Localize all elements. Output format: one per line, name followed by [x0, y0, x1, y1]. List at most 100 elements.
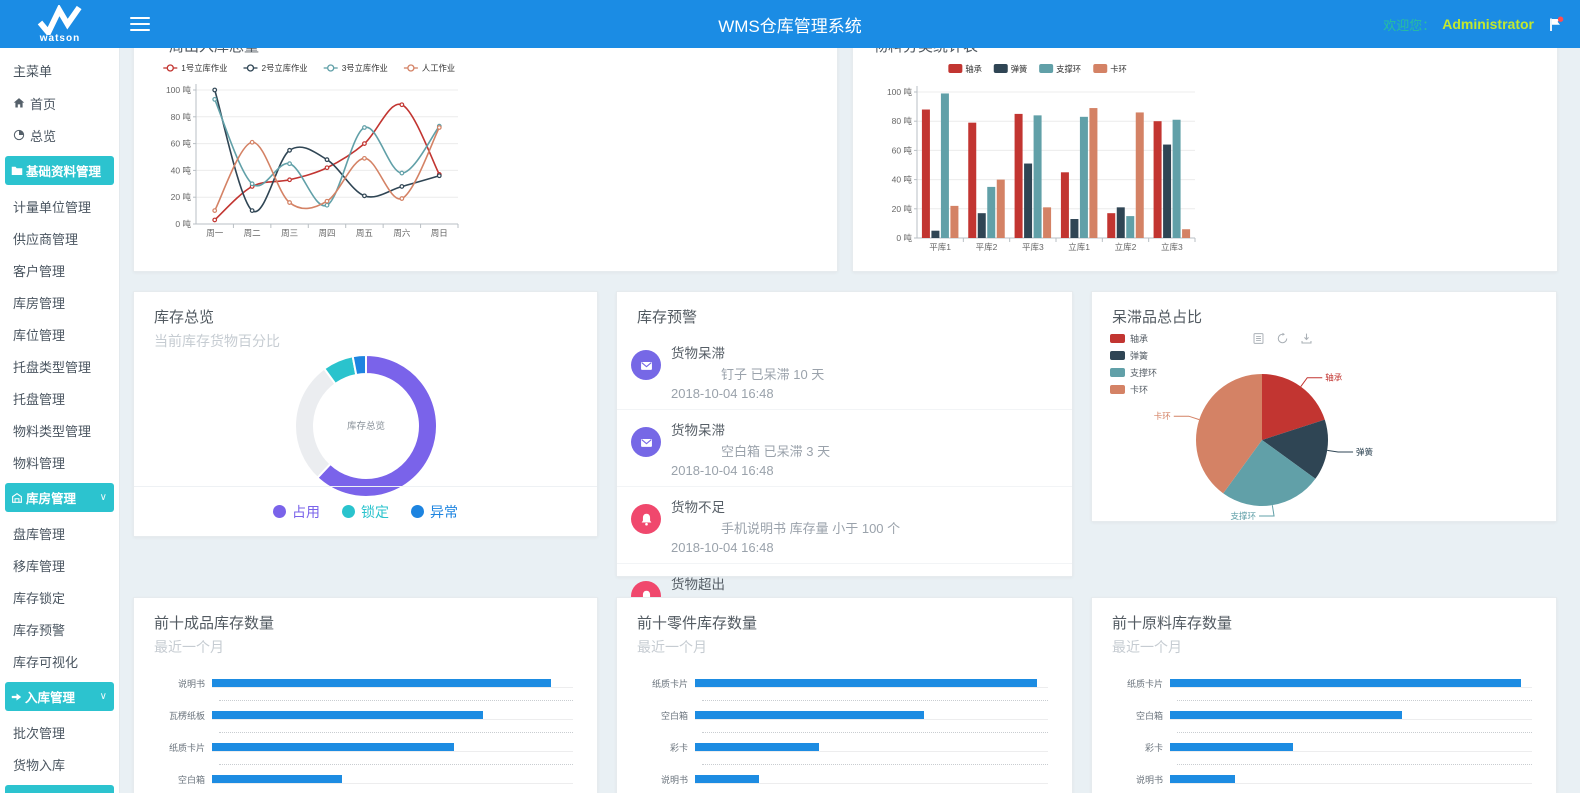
sidebar-item[interactable]: 入库管理∨ — [5, 682, 114, 711]
top-header: watson WMS仓库管理系统 欢迎您： Administrator — [0, 0, 1580, 48]
card-title: 呆滞品总占比 — [1092, 292, 1556, 327]
sidebar-item[interactable]: 盘库管理 — [0, 517, 119, 549]
card-title: 前十成品库存数量 — [134, 598, 597, 633]
hbar-track — [212, 711, 573, 720]
svg-text:平库2: 平库2 — [976, 242, 998, 252]
hbar-track — [212, 775, 573, 784]
sidebar-item[interactable]: 库存可视化 — [0, 645, 119, 677]
hamburger-menu-icon[interactable] — [130, 13, 150, 34]
hbar-row: 纸质卡片 — [152, 739, 573, 755]
donut-legend-item[interactable]: 锁定 — [342, 502, 389, 522]
sidebar-item[interactable]: 首页 — [0, 87, 119, 119]
hbar-track — [212, 679, 573, 688]
card-title: 库存总览 — [134, 292, 597, 327]
svg-text:弹簧: 弹簧 — [1356, 447, 1374, 457]
hbar-grid-line — [219, 700, 573, 701]
sidebar-item[interactable]: 库房管理 — [0, 286, 119, 318]
sidebar-item[interactable]: 客户管理 — [0, 254, 119, 286]
svg-text:库存总览: 库存总览 — [346, 420, 384, 432]
pie-legend-item[interactable]: 轴承 — [1110, 332, 1157, 345]
card-inventory-alerts: 库存预警 货物呆滞钉子 已呆滞 10 天2018-10-04 16:48货物呆滞… — [616, 291, 1073, 577]
sidebar-item[interactable]: 出库管理∨ — [5, 785, 114, 793]
card-stagnant-share: 呆滞品总占比 轴承弹簧支撑环卡环 轴承弹簧支撑环卡环 — [1091, 291, 1557, 522]
welcome-label: 欢迎您： — [1383, 15, 1435, 34]
svg-text:40 吨: 40 吨 — [892, 175, 913, 185]
card-weekly-io: 一周出入库总量 1号立库作业2号立库作业3号立库作业人工作业0 吨20 吨40 … — [133, 20, 838, 272]
hbar-category-label: 纸质卡片 — [152, 741, 212, 754]
card-inventory-overview: 库存总览 当前库存货物百分比 库存总览 占用锁定异常 — [133, 291, 598, 537]
hbar-track — [1170, 711, 1532, 720]
sidebar-item[interactable]: 计量单位管理 — [0, 190, 119, 222]
sidebar-item[interactable]: 物料类型管理 — [0, 414, 119, 446]
alert-item[interactable]: 货物呆滞钉子 已呆滞 10 天2018-10-04 16:48 — [617, 333, 1072, 410]
data-view-icon[interactable] — [1252, 332, 1265, 345]
alert-description: 空白箱 已呆滞 3 天 — [671, 441, 1056, 460]
sidebar-item[interactable]: 库房管理∨ — [5, 483, 114, 512]
sidebar-item[interactable]: 货物入库 — [0, 748, 119, 780]
sidebar-item[interactable]: 总览 — [0, 119, 119, 151]
hbar-track — [695, 775, 1048, 784]
card-material-category: 物料分类统计表 轴承弹簧支撑环卡环0 吨20 吨40 吨60 吨80 吨100 … — [852, 20, 1558, 272]
alert-item[interactable]: 货物呆滞空白箱 已呆滞 3 天 2018-10-04 16:48 — [617, 410, 1072, 487]
card-subtitle: 最近一个月 — [134, 633, 597, 657]
chevron-down-icon: ∨ — [100, 492, 109, 503]
donut-legend-item[interactable]: 异常 — [411, 502, 458, 522]
hbar-value-bar — [695, 711, 924, 719]
hbar-row: 空白箱 — [1110, 707, 1532, 723]
hbar-row: 空白箱 — [635, 707, 1048, 723]
hbar-value-bar — [212, 711, 483, 719]
sidebar-item[interactable]: 托盘管理 — [0, 382, 119, 414]
sidebar: 主菜单首页总览基础资料管理计量单位管理供应商管理客户管理库房管理库位管理托盘类型… — [0, 48, 120, 793]
hbar-category-label: 空白箱 — [1110, 709, 1170, 722]
svg-text:支撑环: 支撑环 — [1231, 511, 1257, 521]
alert-title: 货物呆滞 — [671, 419, 1056, 439]
user-area: 欢迎您： Administrator — [1383, 15, 1564, 34]
svg-text:3号立库作业: 3号立库作业 — [342, 63, 388, 73]
hbar-row: 彩卡 — [635, 739, 1048, 755]
hbar-grid-line — [702, 732, 1048, 733]
watson-logo-icon — [33, 5, 87, 35]
inventory-donut-chart: 库存总览 — [134, 353, 597, 501]
envelope-icon — [631, 350, 661, 380]
save-as-image-icon[interactable] — [1300, 332, 1313, 345]
donut-legend-item[interactable]: 占用 — [273, 502, 320, 522]
restore-icon[interactable] — [1276, 332, 1289, 345]
alert-item[interactable]: 货物不足手机说明书 库存量 小于 100 个2018-10-04 16:48 — [617, 487, 1072, 564]
notification-flag-icon[interactable] — [1547, 16, 1564, 33]
folder-icon — [11, 165, 23, 176]
svg-text:周三: 周三 — [281, 228, 298, 238]
hbar-grid-line — [1177, 732, 1532, 733]
hbar-category-label: 纸质卡片 — [635, 677, 695, 690]
sidebar-item[interactable]: 移库管理 — [0, 549, 119, 581]
svg-text:轴承: 轴承 — [1325, 373, 1343, 383]
svg-text:2号立库作业: 2号立库作业 — [262, 63, 308, 73]
hbar-row: 说明书 — [1110, 771, 1532, 787]
card-subtitle: 最近一个月 — [1092, 633, 1556, 657]
svg-text:周日: 周日 — [431, 228, 448, 238]
username[interactable]: Administrator — [1442, 16, 1534, 32]
svg-text:100 吨: 100 吨 — [166, 85, 192, 95]
sidebar-item[interactable]: 批次管理 — [0, 716, 119, 748]
alert-timestamp: 2018-10-04 16:48 — [671, 463, 1056, 478]
card-top-parts: 前十零件库存数量 最近一个月 纸质卡片空白箱彩卡说明书 — [616, 597, 1073, 793]
svg-text:周一: 周一 — [206, 228, 224, 238]
svg-text:80 吨: 80 吨 — [892, 116, 913, 126]
svg-text:轴承: 轴承 — [965, 64, 982, 74]
material-category-bar-chart: 轴承弹簧支撑环卡环0 吨20 吨40 吨60 吨80 吨100 吨平库1平库2平… — [869, 58, 1557, 273]
sidebar-item[interactable]: 供应商管理 — [0, 222, 119, 254]
sidebar-item[interactable]: 库存预警 — [0, 613, 119, 645]
sidebar-item[interactable]: 库存锁定 — [0, 581, 119, 613]
envelope-icon — [631, 427, 661, 457]
svg-text:弹簧: 弹簧 — [1011, 64, 1028, 74]
hbar-value-bar — [1170, 679, 1521, 687]
watson-logo[interactable]: watson — [0, 5, 120, 44]
sidebar-item[interactable]: 物料管理 — [0, 446, 119, 478]
sidebar-item[interactable]: 托盘类型管理 — [0, 350, 119, 382]
sidebar-item[interactable]: 基础资料管理 — [5, 156, 114, 185]
hbar-row: 空白箱 — [152, 771, 573, 787]
svg-text:60 吨: 60 吨 — [171, 139, 192, 149]
sidebar-header: 主菜单 — [0, 48, 119, 87]
svg-text:100 吨: 100 吨 — [887, 87, 913, 97]
sidebar-item[interactable]: 库位管理 — [0, 318, 119, 350]
warehouse-icon — [11, 492, 23, 504]
